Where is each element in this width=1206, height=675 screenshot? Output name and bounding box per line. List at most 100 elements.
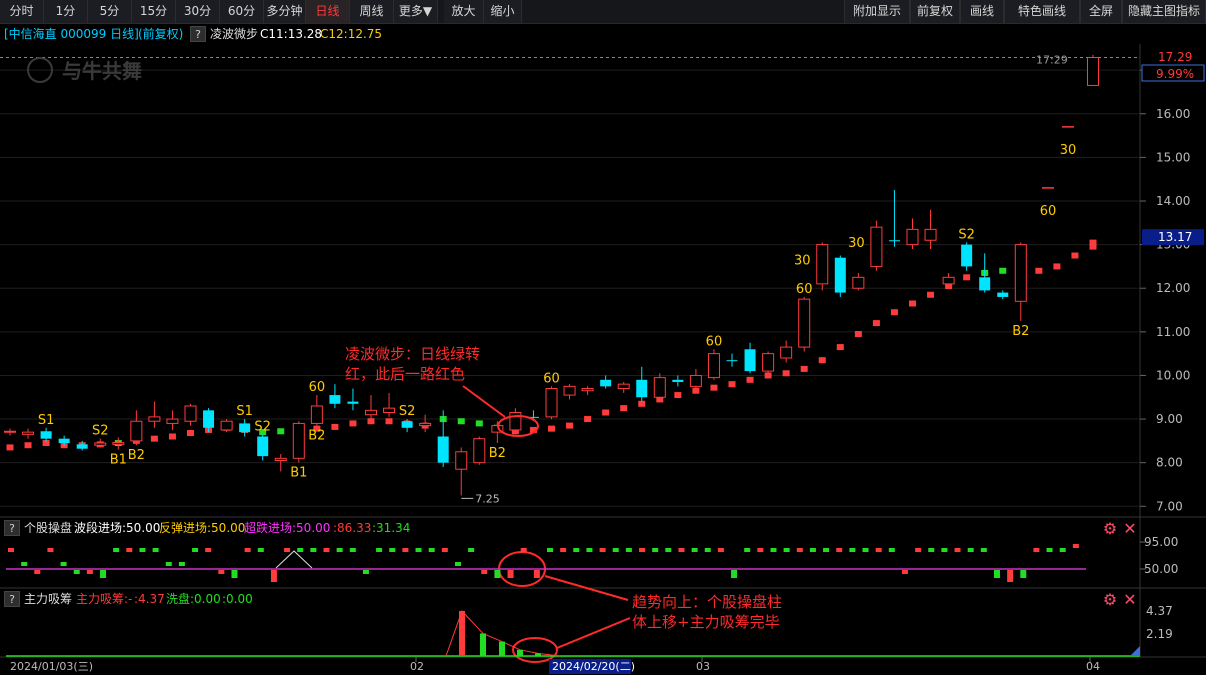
toolbar-button-9[interactable]: 更多▼ xyxy=(394,0,438,23)
candle-body xyxy=(58,438,70,444)
toolbar-button-4[interactable]: 30分 xyxy=(176,0,220,23)
panel1-bar xyxy=(665,548,672,552)
signal-label: 30 xyxy=(848,236,865,251)
panel1-bar xyxy=(823,548,830,552)
panel1-name[interactable]: 个股操盘 xyxy=(24,520,72,536)
toolbar-right-button-1[interactable]: 前复权 xyxy=(910,0,960,23)
date-mar: 03 xyxy=(696,660,710,673)
candle-body xyxy=(419,422,432,427)
trend-band-mark xyxy=(439,416,447,423)
top-pct-box xyxy=(1141,64,1205,82)
panel1-help-button[interactable]: ? xyxy=(4,520,20,536)
watermark-logo: 与牛共舞 xyxy=(27,57,142,83)
trend-band-mark xyxy=(241,426,249,433)
toolbar-button-7[interactable]: 日线 xyxy=(306,0,350,23)
panel1-gear-icon[interactable]: ⚙ xyxy=(1101,520,1119,538)
candle-body xyxy=(997,292,1009,297)
panel1-bar xyxy=(100,570,107,578)
candle-body xyxy=(148,416,161,422)
toolbar-right-button-0[interactable]: 附加显示 xyxy=(844,0,910,23)
candle-body xyxy=(888,240,900,242)
candle-body xyxy=(852,276,865,289)
panel2-tick-label: 2.19 xyxy=(1146,627,1173,641)
adjust-label[interactable]: (前复权) xyxy=(138,24,183,44)
panel1-bar xyxy=(205,548,212,552)
toolbar-button-10[interactable]: 放大 xyxy=(444,0,484,23)
candle-body xyxy=(220,420,233,431)
toolbar-right-button-5[interactable]: 隐藏主图指标 xyxy=(1122,0,1206,23)
panel1-bar xyxy=(928,548,935,552)
panel1-bar xyxy=(47,548,54,552)
toolbar-button-6[interactable]: 多分钟 xyxy=(264,0,306,23)
panel1-v2: 反弹进场:50.00 xyxy=(159,521,246,535)
toolbar-button-11[interactable]: 缩小 xyxy=(484,0,522,23)
toolbar-right-button-2[interactable]: 画线 xyxy=(960,0,1004,23)
price-tick-label: 17.00 xyxy=(1156,63,1190,77)
toolbar-button-3[interactable]: 15分 xyxy=(132,0,176,23)
trend-band-mark xyxy=(638,400,646,407)
panel1-bar xyxy=(849,548,856,552)
panel1-bar xyxy=(1033,548,1040,552)
panel1-bar xyxy=(1059,548,1066,552)
panel1-bar xyxy=(349,548,356,552)
candle-body xyxy=(166,418,179,424)
panel1-bar xyxy=(86,570,93,574)
price-tick-label: 10.00 xyxy=(1156,368,1190,382)
candle-body xyxy=(1014,244,1027,302)
panel1-bar xyxy=(494,570,501,578)
toolbar-right-button-4[interactable]: 全屏 xyxy=(1080,0,1122,23)
indicator-name[interactable]: 凌波微步 xyxy=(210,24,258,44)
panel1-bar xyxy=(1072,544,1079,548)
panel2-gear-icon[interactable]: ⚙ xyxy=(1101,591,1119,609)
candle-body xyxy=(563,385,576,396)
panel1-bar xyxy=(731,570,738,578)
price-tick-label: 8.00 xyxy=(1156,456,1183,470)
trend-band-mark xyxy=(493,424,501,431)
current-price: 13.17 xyxy=(1158,230,1192,244)
trend-band-mark xyxy=(313,425,321,432)
panel2-help-button[interactable]: ? xyxy=(4,591,20,607)
indicator-help-button[interactable]: ? xyxy=(190,26,206,42)
candle-body xyxy=(581,388,594,392)
panel2-close-icon[interactable]: ✕ xyxy=(1121,591,1139,609)
panel1-bar xyxy=(796,548,803,552)
trend-band-mark xyxy=(457,418,465,425)
annotation-circle-2 xyxy=(498,551,546,587)
toolbar-button-1[interactable]: 1分 xyxy=(44,0,88,23)
panel1-bar xyxy=(678,548,685,552)
candle-body xyxy=(509,412,522,431)
panel1-bar xyxy=(809,548,816,552)
candle-body xyxy=(906,228,919,246)
panel1-v1: 波段进场:50.00 xyxy=(74,521,161,535)
panel1-bar xyxy=(178,562,185,566)
candle-body xyxy=(870,226,883,267)
annotation-circle-1 xyxy=(497,415,539,437)
watermark-text: 与牛共舞 xyxy=(62,59,142,83)
toolbar-button-2[interactable]: 5分 xyxy=(88,0,132,23)
annotation-1-line2: 红，此后一路红色 xyxy=(345,365,466,383)
panel1-bar xyxy=(980,548,987,552)
toolbar-button-8[interactable]: 周线 xyxy=(350,0,394,23)
toolbar-button-0[interactable]: 分时 xyxy=(0,0,44,23)
panel1-close-icon[interactable]: ✕ xyxy=(1121,520,1139,538)
trend-band-mark xyxy=(96,441,104,448)
toolbar-button-5[interactable]: 60分 xyxy=(220,0,264,23)
annotation-2-line1: 趋势向上：个股操盘柱 xyxy=(632,593,783,611)
panel1-bar xyxy=(218,570,225,574)
top-price-box xyxy=(1142,48,1204,64)
panel2-name[interactable]: 主力吸筹 xyxy=(24,591,72,607)
panel1-bar xyxy=(652,548,659,552)
panel1-bar xyxy=(533,570,540,578)
trend-band-mark xyxy=(24,442,32,449)
signal-label: 60 xyxy=(796,282,813,297)
candle-body xyxy=(1087,57,1099,86)
scroll-corner-icon xyxy=(1130,646,1140,656)
panel1-bar xyxy=(323,548,330,552)
candle-body xyxy=(979,277,991,291)
stock-title[interactable]: [中信海直 000099 日线] xyxy=(4,24,139,44)
panel1-bar xyxy=(573,548,580,552)
kline-chart[interactable]: 17:29 与牛共舞 S1S2B1 B2S1S2B160B2S2B26060603… xyxy=(0,0,1206,675)
panel1-bar xyxy=(954,548,961,552)
toolbar-right-button-3[interactable]: 特色画线 xyxy=(1004,0,1080,23)
panel1-bar xyxy=(744,548,751,552)
